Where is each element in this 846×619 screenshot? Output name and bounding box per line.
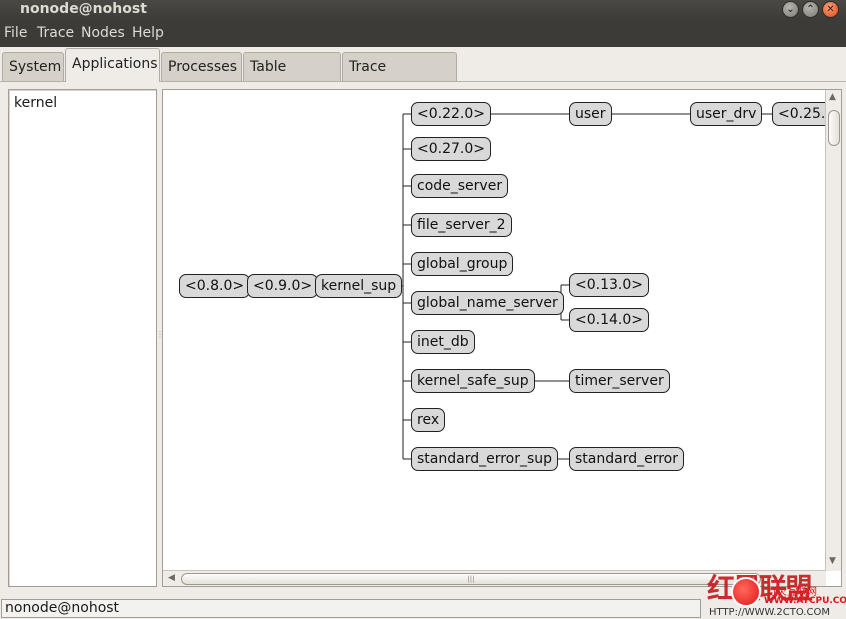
process-node-user[interactable]: user [569, 102, 612, 126]
menu-help[interactable]: Help [132, 25, 164, 41]
scroll-left-arrow-icon[interactable]: ◀ [168, 573, 175, 583]
menu-bar: File Trace Nodes Help [0, 20, 846, 47]
graph-canvas: <0.8.0> <0.9.0> kernel_sup <0.22.0> user… [163, 90, 826, 571]
process-node-timer-server[interactable]: timer_server [569, 369, 670, 393]
watermark-logo: 红黑联盟 灯火互联网 WWW.ATCPU.COM HTTP://WWW.2CTO… [703, 567, 846, 619]
scroll-up-arrow-icon[interactable]: ▲ [829, 92, 836, 102]
graph-edges [229, 113, 772, 460]
process-node[interactable]: <0.22.0> [411, 102, 491, 126]
tab-processes[interactable]: Processes [161, 52, 242, 81]
tab-bar: System Applications Processes Table View… [0, 47, 846, 104]
menu-nodes[interactable]: Nodes [81, 25, 125, 41]
process-node-rex[interactable]: rex [411, 408, 446, 432]
menu-file[interactable]: File [4, 25, 27, 41]
scroll-down-arrow-icon[interactable]: ▼ [829, 556, 836, 566]
title-bar: nonode@nohost ⌄ ⌃ ✕ [0, 0, 846, 20]
process-node-code-server[interactable]: code_server [411, 174, 509, 198]
process-tree-view: <0.8.0> <0.9.0> kernel_sup <0.22.0> user… [162, 89, 842, 587]
process-node[interactable]: <0.8.0> [179, 274, 251, 298]
horizontal-scroll-thumb[interactable]: ||| [181, 573, 761, 585]
process-node[interactable]: <0.14.0> [569, 308, 649, 332]
process-node-kernel-safe-sup[interactable]: kernel_safe_sup [411, 369, 535, 393]
process-node-global-name-server[interactable]: global_name_server [411, 291, 564, 315]
application-list: kernel [8, 89, 157, 587]
pane-splitter-handle[interactable]: ⋮ [156, 330, 164, 346]
watermark-circle-icon [731, 577, 761, 607]
close-button[interactable]: ✕ [822, 1, 839, 18]
process-node-kernel-sup[interactable]: kernel_sup [315, 274, 403, 298]
vertical-scrollbar[interactable]: ▲ ▼ [825, 90, 841, 571]
watermark-url-secondary: HTTP://WWW.2CTO.COM [709, 607, 830, 618]
tab-applications[interactable]: Applications [65, 48, 160, 82]
process-node[interactable]: <0.9.0> [247, 274, 319, 298]
process-node[interactable]: <0.27.0> [411, 137, 491, 161]
menu-trace[interactable]: Trace [37, 25, 74, 41]
status-text: nonode@nohost [1, 599, 701, 618]
process-node-inet-db[interactable]: inet_db [411, 330, 475, 354]
list-item-kernel[interactable]: kernel [14, 95, 57, 111]
window-title: nonode@nohost [20, 1, 147, 17]
vertical-scroll-thumb[interactable] [828, 110, 840, 146]
process-node-file-server-2[interactable]: file_server_2 [411, 213, 512, 237]
process-node-standard-error-sup[interactable]: standard_error_sup [411, 447, 559, 471]
maximize-button[interactable]: ⌃ [802, 1, 819, 18]
tab-table-viewer[interactable]: Table Viewer [243, 52, 341, 104]
process-node-user-drv[interactable]: user_drv [690, 102, 763, 126]
process-node[interactable]: <0.13.0> [569, 273, 649, 297]
tab-trace-overview[interactable]: Trace Overview [342, 52, 457, 104]
watermark-url: WWW.ATCPU.COM [764, 596, 846, 606]
process-node-global-group[interactable]: global_group [411, 252, 514, 276]
process-node[interactable]: <0.25.0> [772, 102, 826, 126]
tab-system[interactable]: System [2, 52, 64, 81]
minimize-button[interactable]: ⌄ [782, 1, 799, 18]
process-node-standard-error[interactable]: standard_error [569, 447, 684, 471]
